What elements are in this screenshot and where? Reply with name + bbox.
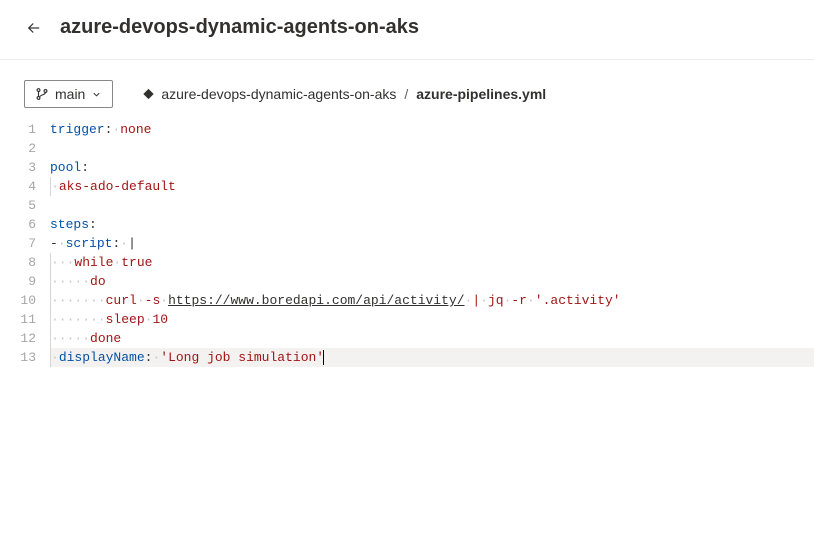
line-number: 3: [10, 158, 36, 177]
code-line[interactable]: ·····do: [50, 272, 814, 291]
code-content[interactable]: trigger:·none pool:·aks-ado-default steps:…: [50, 120, 814, 367]
code-line[interactable]: ·····done: [50, 329, 814, 348]
code-line[interactable]: ·displayName:·'Long job simulation': [50, 348, 814, 367]
breadcrumb-file[interactable]: azure-pipelines.yml: [416, 86, 546, 102]
line-number-gutter: 12345678910111213: [6, 120, 50, 367]
line-number: 2: [10, 139, 36, 158]
line-number: 1: [10, 120, 36, 139]
arrow-left-icon: [25, 19, 43, 37]
breadcrumb-repo[interactable]: azure-devops-dynamic-agents-on-aks: [161, 86, 396, 102]
code-line[interactable]: [50, 139, 814, 158]
line-number: 6: [10, 215, 36, 234]
line-number: 11: [10, 310, 36, 329]
line-number: 4: [10, 177, 36, 196]
line-number: 9: [10, 272, 36, 291]
page-title: azure-devops-dynamic-agents-on-aks: [60, 16, 419, 39]
code-line[interactable]: ·aks-ado-default: [50, 177, 814, 196]
back-button[interactable]: [24, 18, 44, 38]
code-line[interactable]: trigger:·none: [50, 120, 814, 139]
line-number: 7: [10, 234, 36, 253]
code-line[interactable]: [50, 196, 814, 215]
code-line[interactable]: ·······sleep·10: [50, 310, 814, 329]
code-line[interactable]: pool:: [50, 158, 814, 177]
line-number: 12: [10, 329, 36, 348]
code-line[interactable]: ···while·true: [50, 253, 814, 272]
chevron-down-icon: [91, 89, 102, 100]
line-number: 10: [10, 291, 36, 310]
line-number: 8: [10, 253, 36, 272]
toolbar: main azure-devops-dynamic-agents-on-aks …: [0, 60, 814, 120]
page-header: azure-devops-dynamic-agents-on-aks: [0, 0, 814, 60]
text-cursor: [323, 350, 324, 365]
branch-name: main: [55, 86, 85, 102]
code-editor[interactable]: 12345678910111213 trigger:·nonepool:·aks…: [0, 120, 814, 367]
git-branch-icon: [35, 87, 49, 101]
line-number: 5: [10, 196, 36, 215]
breadcrumb: azure-devops-dynamic-agents-on-aks / azu…: [141, 86, 546, 102]
breadcrumb-separator: /: [402, 86, 410, 102]
branch-selector[interactable]: main: [24, 80, 113, 108]
code-line[interactable]: -·script:·|: [50, 234, 814, 253]
code-line[interactable]: steps:: [50, 215, 814, 234]
line-number: 13: [10, 348, 36, 367]
code-line[interactable]: ·······curl·-s·https://www.boredapi.com/…: [50, 291, 814, 310]
repo-icon: [141, 87, 155, 101]
